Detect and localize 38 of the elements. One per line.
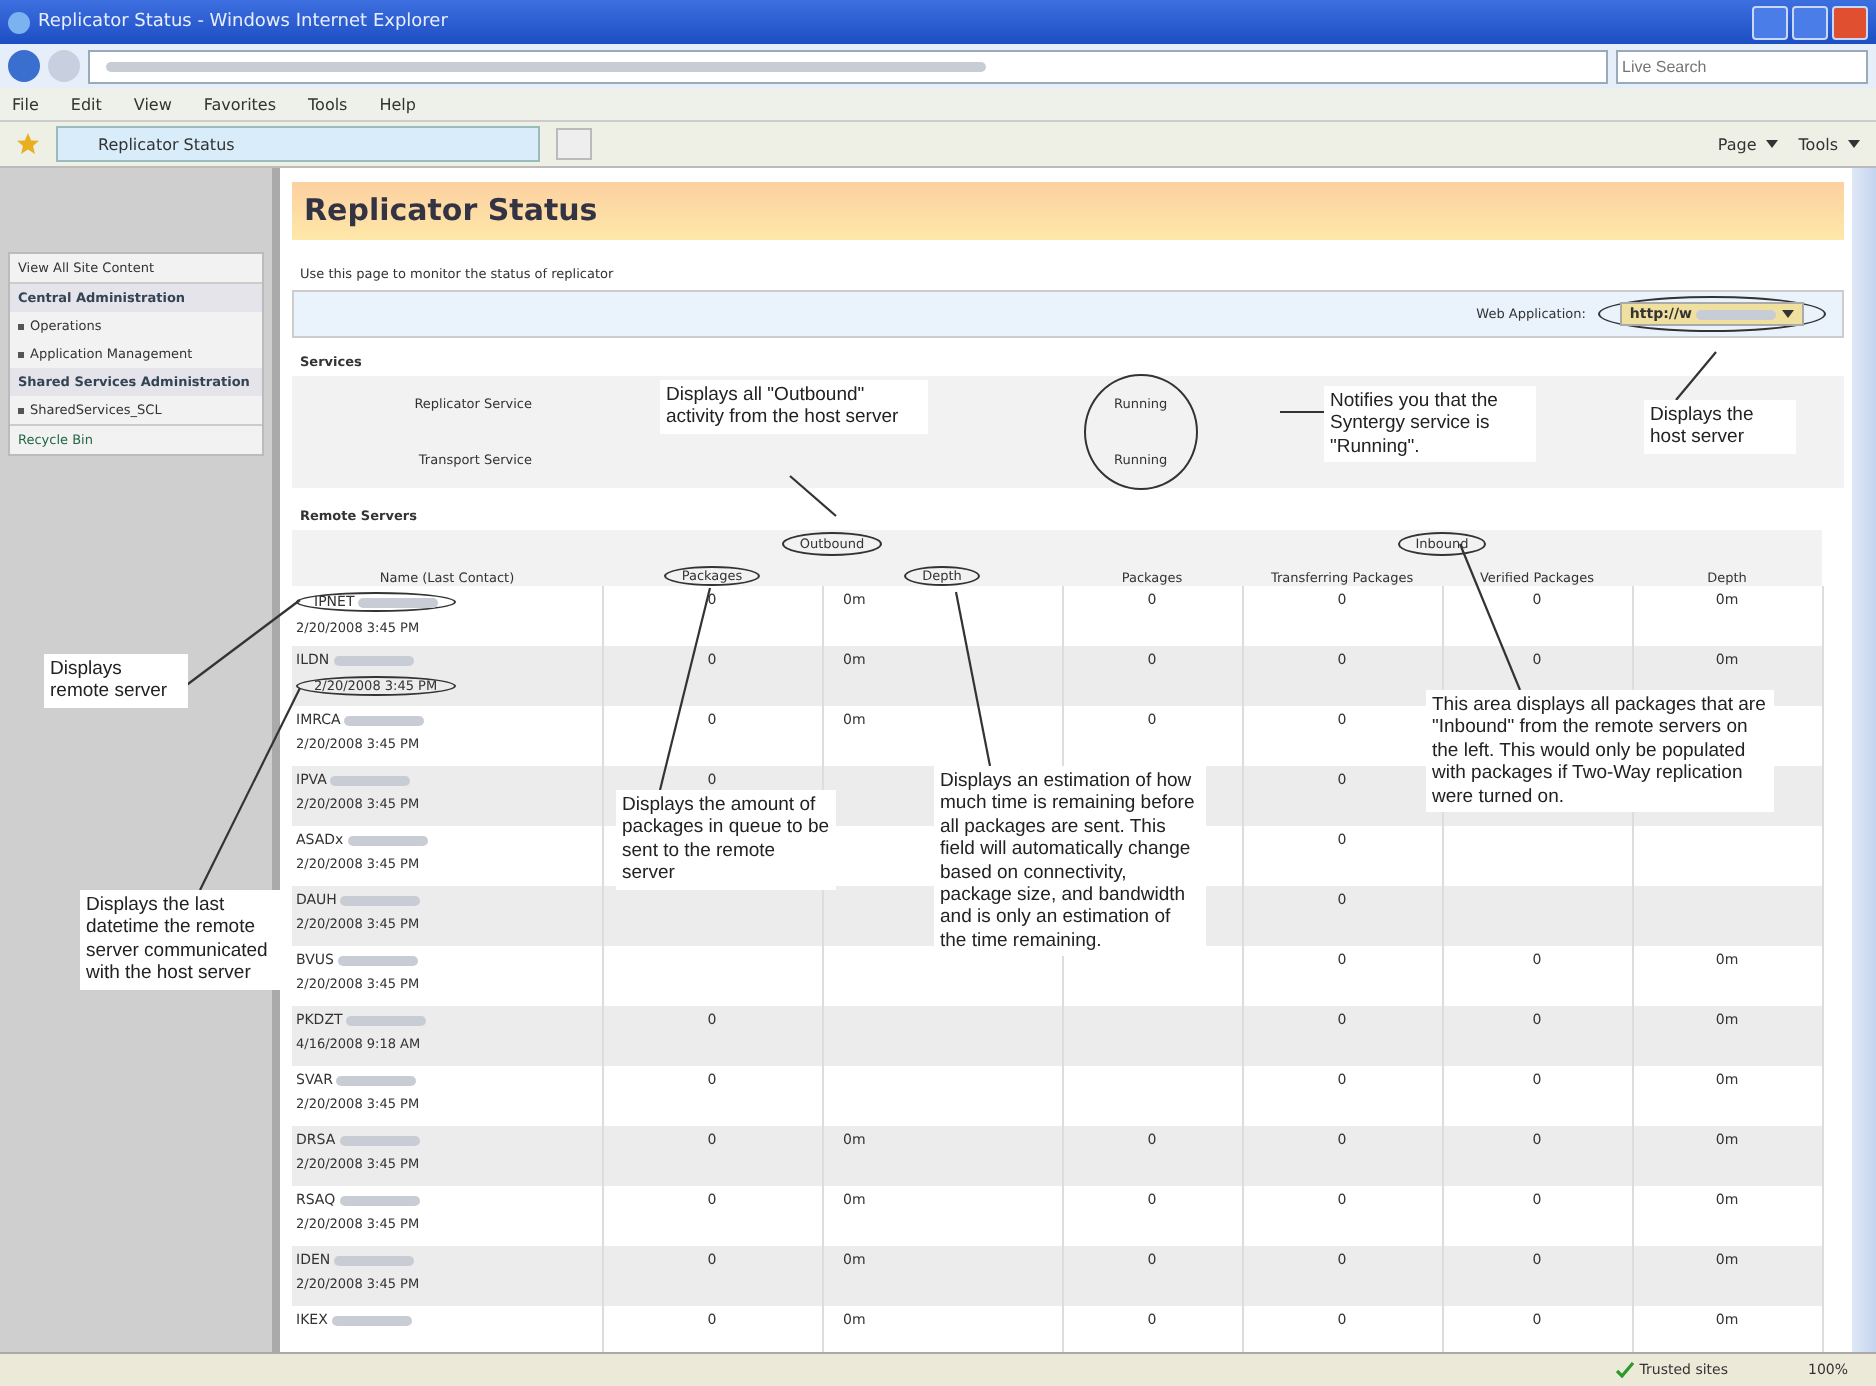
annotation-callout: Displays an estimation of how much time is remaining before all packages are sent. This field will automatically change based on connectivity, package size, and bandwidth and is only an estimation of the time remaining. — [934, 766, 1206, 957]
annotation-callout: Displays the amount of packages in queue to be sent to the remote server — [616, 790, 836, 890]
caret-icon[interactable] — [1848, 140, 1860, 148]
close-button[interactable] — [1832, 5, 1868, 39]
maximize-button[interactable] — [1792, 5, 1828, 39]
page-title: Replicator Status — [292, 182, 1844, 240]
address-field[interactable] — [88, 49, 1608, 83]
menu-item[interactable]: View — [133, 95, 172, 113]
browser-tab[interactable]: Replicator Status — [56, 126, 540, 162]
annotation-callout: Displays the host server — [1644, 400, 1796, 454]
caret-icon[interactable] — [1782, 310, 1794, 318]
leader-line — [789, 475, 837, 517]
check-icon — [1615, 1362, 1634, 1378]
leader-line — [1280, 410, 1324, 414]
annotation-callout: Displays the last datetime the remote server communicated with the host server — [80, 890, 284, 990]
menu-item[interactable]: Edit — [70, 95, 102, 113]
annotation-callout: Displays remote server — [44, 654, 188, 708]
annotation-callout: This area displays all packages that are "Inbound" from the remote servers on the left. This would only be populated with packages if Two-Way replication were turned on. — [1426, 690, 1774, 812]
scrollbar[interactable] — [1852, 168, 1876, 1352]
search-field[interactable]: Live Search — [1616, 49, 1868, 83]
menu-item[interactable]: Favorites — [203, 95, 277, 113]
annotation-callout: Notifies you that the Syntergy service is "Running". — [1324, 386, 1536, 463]
toolbar-menu[interactable]: Tools — [1798, 135, 1860, 153]
toolbar-menu[interactable]: Page — [1717, 135, 1779, 153]
annotation-callout: Displays all "Outbound" activity from the host server — [660, 380, 928, 434]
favorites-star-icon[interactable] — [16, 132, 40, 156]
menu-item[interactable]: Tools — [308, 95, 348, 113]
window-title: Replicator Status - Windows Internet Explorer — [38, 12, 450, 32]
leader-line — [1675, 351, 1717, 401]
caret-icon[interactable] — [1766, 140, 1779, 148]
minimize-button[interactable] — [1752, 5, 1788, 39]
back-button[interactable] — [8, 50, 40, 82]
bullet-icon — [18, 323, 24, 329]
menu-item[interactable]: File — [12, 95, 39, 113]
browser-logo-icon — [8, 11, 30, 33]
bullet-icon — [18, 351, 24, 357]
bullet-icon — [18, 407, 24, 413]
menu-item[interactable]: Help — [379, 95, 416, 113]
